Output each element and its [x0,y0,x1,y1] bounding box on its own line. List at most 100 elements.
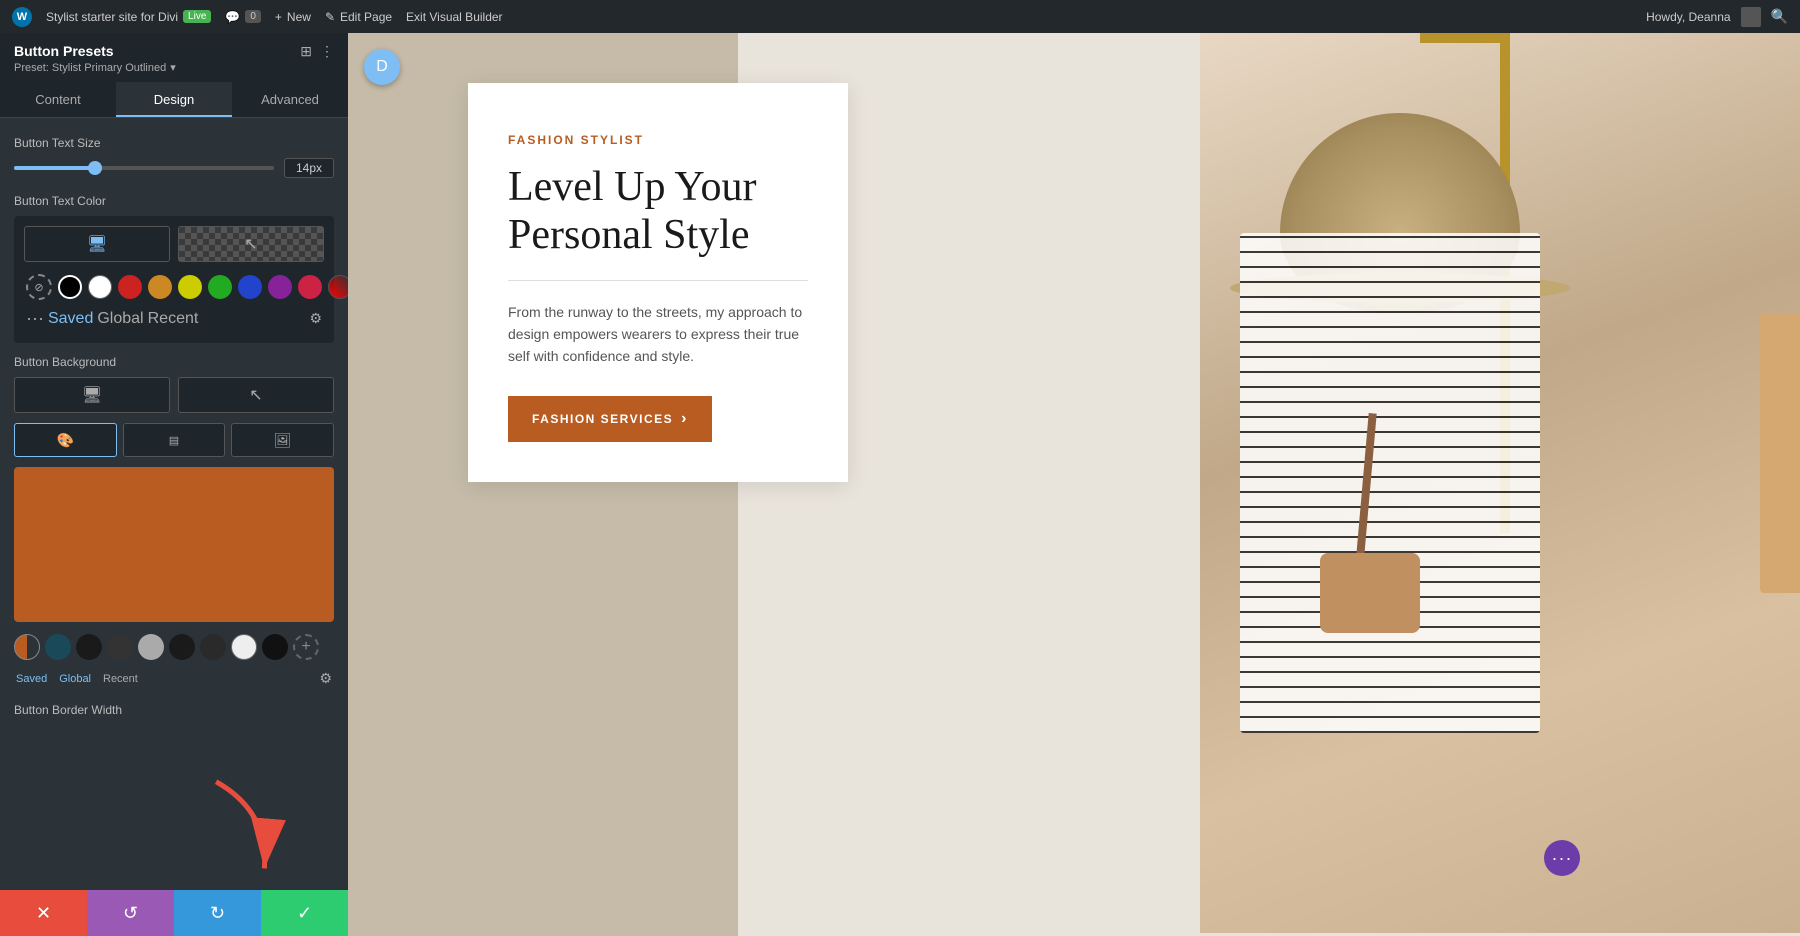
bg-type-row: 🎨 ▤ 🖼 [14,423,334,457]
recent-tab[interactable]: Recent [148,310,199,328]
button-text-size-slider[interactable] [14,166,274,170]
global-tab[interactable]: Global [97,310,143,328]
comment-icon: 💬 [225,10,240,24]
button-background-label: Button Background [14,355,334,369]
bg-monitor-icon: 🖥 [82,385,102,405]
saved-color-2[interactable] [45,634,71,660]
undo-icon: ↺ [123,903,138,924]
edit-page-item[interactable]: ✎ Edit Page [325,10,392,24]
comment-item[interactable]: 💬 0 [225,10,261,24]
cancel-icon: ✕ [36,903,51,924]
hero-divider [508,280,808,281]
desktop-color-preview[interactable]: 🖥 [24,226,170,262]
saved-color-5[interactable] [138,634,164,660]
add-color-button[interactable]: + [293,634,319,660]
bg-mode-row: 🖥 ↖ [14,377,334,413]
arm-right [1760,313,1800,593]
save-icon: ✓ [297,903,312,924]
more-dots-icon: ··· [1552,848,1573,869]
hero-subtitle: FASHION STYLIST [508,133,808,147]
saved-tab[interactable]: Saved [48,310,93,328]
preset-label[interactable]: Preset: Stylist Primary Outlined [14,62,166,74]
golden-rack-horizontal [1420,33,1510,43]
bg-saved-tabs: Saved Global Recent ⚙ [14,666,334,691]
settings-button[interactable]: ⋮ [320,43,334,60]
tab-advanced[interactable]: Advanced [232,82,348,117]
color-swatch-orange[interactable] [148,275,172,299]
cta-arrow: › [681,410,688,428]
hover-color-preview[interactable]: ↖ [178,226,324,262]
hero-card: FASHION STYLIST Level Up Your Personal S… [468,83,848,482]
user-greeting: Howdy, Deanna [1646,10,1731,24]
fashion-services-button[interactable]: FASHION SERVICES › [508,396,712,442]
palette-dots[interactable]: ··· [26,308,44,329]
color-swatch-purple[interactable] [268,275,292,299]
photo-overlay [1200,33,1800,933]
exit-builder-item[interactable]: Exit Visual Builder [406,10,503,24]
bg-cursor-icon: ↖ [249,385,262,405]
color-swatch-blue[interactable] [238,275,262,299]
saved-color-3[interactable] [76,634,102,660]
bg-type-color[interactable]: 🎨 [14,423,117,457]
tab-content[interactable]: Content [0,82,116,117]
saved-color-7[interactable] [200,634,226,660]
button-border-width-label: Button Border Width [14,703,334,717]
button-text-color-label: Button Text Color [14,194,334,208]
hero-title: Level Up Your Personal Style [508,163,808,260]
color-swatch-black[interactable] [58,275,82,299]
bg-hover-btn[interactable]: ↖ [178,377,334,413]
saved-color-1[interactable] [14,634,40,660]
search-icon[interactable]: 🔍 [1771,8,1788,25]
color-swatch-white[interactable] [88,275,112,299]
site-name-item[interactable]: Stylist starter site for Divi Live [46,10,211,24]
redo-button[interactable]: ↻ [174,890,261,936]
comment-count: 0 [245,10,261,23]
redo-icon: ↻ [210,903,225,924]
preset-dropdown-icon[interactable]: ▾ [170,61,176,74]
bg-type-gradient[interactable]: ▤ [123,423,226,457]
color-swatches-row: ⊘ [24,270,324,304]
saved-color-6[interactable] [169,634,195,660]
color-swatch-red[interactable] [118,275,142,299]
color-swatch-yellow[interactable] [178,275,202,299]
color-settings-icon[interactable]: ⚙ [309,310,322,327]
color-swatch-red2[interactable] [328,275,348,299]
new-label: New [287,10,311,24]
hero-photo-section [1200,33,1800,933]
color-swatch-green[interactable] [208,275,232,299]
user-avatar[interactable] [1741,7,1761,27]
bg-preview-area: 🖥 ↖ 🎨 ▤ 🖼 [14,377,334,457]
hero-body: From the runway to the streets, my appro… [508,301,808,368]
more-options-button[interactable]: ··· [1544,840,1580,876]
divi-settings-float-button[interactable]: D [364,49,400,85]
eyedropper-icon: ⊘ [34,281,43,294]
image-icon: 🖼 [274,432,292,449]
eyedropper-button[interactable]: ⊘ [26,274,52,300]
wordpress-logo[interactable]: W [12,7,32,27]
bg-recent-tab[interactable]: Recent [103,673,138,685]
cancel-button[interactable]: ✕ [0,890,87,936]
color-swatch-large[interactable] [14,467,334,622]
new-item[interactable]: + New [275,10,311,24]
main-layout: Button Presets Preset: Stylist Primary O… [0,33,1800,936]
saved-color-9[interactable] [262,634,288,660]
grid-view-button[interactable]: ⊞ [300,43,312,60]
divi-icon: D [376,58,388,76]
tab-design[interactable]: Design [116,82,232,117]
saved-color-8[interactable] [231,634,257,660]
button-text-size-slider-row: 14px [14,158,334,178]
panel-preset: Preset: Stylist Primary Outlined ▾ [14,61,176,74]
bg-saved-tab[interactable]: Saved [16,673,47,685]
button-text-size-value[interactable]: 14px [284,158,334,178]
color-fill-icon: 🎨 [57,432,74,449]
cursor-icon: ↖ [244,234,257,254]
bg-settings-icon[interactable]: ⚙ [319,670,332,687]
bg-type-image[interactable]: 🖼 [231,423,334,457]
color-swatch-pink[interactable] [298,275,322,299]
save-button[interactable]: ✓ [261,890,348,936]
exit-builder-label: Exit Visual Builder [406,10,503,24]
saved-color-4[interactable] [107,634,133,660]
undo-button[interactable]: ↺ [87,890,174,936]
bg-global-tab[interactable]: Global [59,673,91,685]
bg-desktop-btn[interactable]: 🖥 [14,377,170,413]
